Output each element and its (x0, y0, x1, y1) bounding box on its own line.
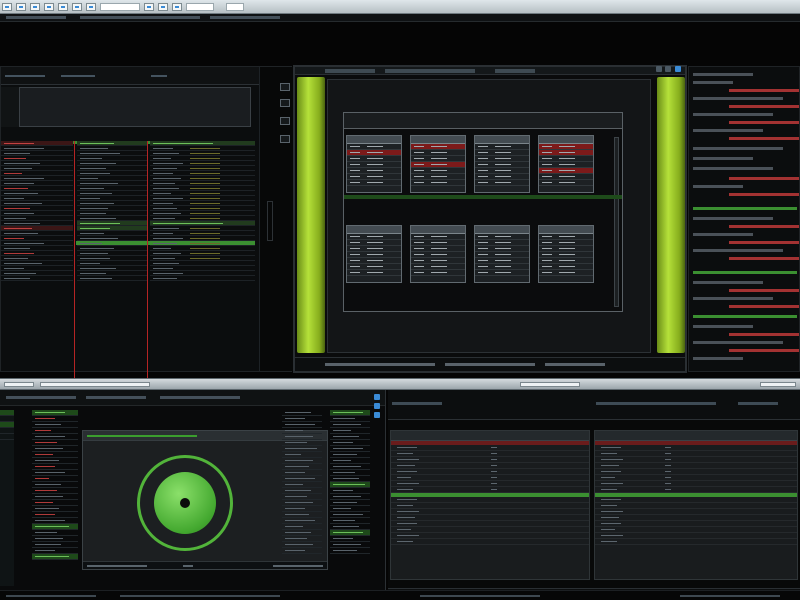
table-row[interactable] (595, 487, 797, 493)
workspace-status-bar (295, 357, 685, 371)
table-row[interactable] (391, 487, 589, 493)
left-rail[interactable] (297, 77, 325, 353)
divider-tab-3[interactable] (520, 382, 580, 387)
preview-scroll[interactable] (1, 87, 19, 127)
workspace-panel (293, 65, 687, 373)
divider-tab-4[interactable] (760, 382, 796, 387)
mini-table[interactable] (538, 135, 594, 193)
side-slider[interactable] (267, 201, 273, 241)
mini-table[interactable] (410, 135, 466, 193)
table-row[interactable] (1, 276, 73, 281)
table-row[interactable] (77, 276, 147, 281)
tool-icon-1[interactable] (280, 83, 290, 91)
grid-column-2 (77, 141, 147, 381)
viewer-list-middle (282, 410, 322, 586)
tab-1[interactable] (325, 69, 375, 73)
grid-icon[interactable] (172, 3, 182, 11)
mini-table[interactable] (346, 135, 402, 193)
menu-strip (0, 14, 800, 22)
layout-icon[interactable] (144, 3, 154, 11)
inspector-panel (688, 66, 800, 372)
mini-table[interactable] (346, 225, 402, 283)
maximize-icon[interactable] (665, 66, 672, 72)
viewer-list-left (32, 410, 78, 586)
close-icon[interactable] (675, 66, 681, 72)
panel-icon[interactable] (158, 3, 168, 11)
help-icon[interactable] (86, 3, 96, 11)
tool-icon-4[interactable] (280, 135, 290, 143)
tool-icon[interactable] (374, 403, 380, 409)
tools-icon[interactable] (58, 3, 68, 11)
search-icon[interactable] (226, 3, 244, 11)
tab-2[interactable] (385, 69, 475, 73)
edit-icon[interactable] (30, 3, 40, 11)
bottom-status-bar (0, 590, 800, 600)
divider-tab-1[interactable] (4, 382, 34, 387)
table-left[interactable] (390, 430, 590, 580)
divider-tab-2[interactable] (40, 382, 150, 387)
viewer-tools (374, 394, 382, 424)
grid-scrollbar[interactable] (614, 137, 619, 307)
table-header (391, 431, 589, 441)
table-header (595, 431, 797, 441)
tool-icon-3[interactable] (280, 117, 290, 125)
grid-column-1 (1, 141, 73, 381)
workspace-canvas (327, 79, 651, 353)
tool-icon-2[interactable] (280, 99, 290, 107)
data-grid-panel (0, 66, 295, 381)
mini-table[interactable] (474, 225, 530, 283)
radar-viewer-panel (0, 390, 386, 600)
toolbar-field-2[interactable] (186, 3, 214, 11)
grid-column-3 (150, 141, 255, 381)
tool-icon[interactable] (374, 394, 380, 400)
window-icon[interactable] (72, 3, 82, 11)
viewer-gutter (0, 410, 14, 586)
table-grid-window (343, 112, 623, 312)
top-toolbar (0, 0, 800, 14)
grid-separator (344, 195, 622, 199)
radar-target-fill (154, 472, 216, 534)
radar-target-ring[interactable] (137, 455, 233, 551)
table-right[interactable] (594, 430, 798, 580)
preview-area (19, 87, 251, 127)
table-row[interactable] (595, 539, 797, 545)
target-center-dot[interactable] (180, 498, 190, 508)
table-viewer-header (388, 390, 800, 420)
list-item[interactable] (32, 554, 78, 560)
workspace-tabs (295, 66, 685, 75)
tool-icon[interactable] (374, 412, 380, 418)
right-rail[interactable] (657, 77, 685, 353)
table-row[interactable] (150, 276, 255, 281)
window-controls (654, 66, 681, 74)
table-viewer-panel (388, 390, 800, 600)
data-grid (1, 141, 255, 381)
minimize-icon[interactable] (655, 66, 662, 72)
app-icon[interactable] (2, 3, 12, 11)
mini-table[interactable] (538, 225, 594, 283)
viewer-list-right (330, 410, 370, 586)
table-row[interactable] (391, 539, 589, 545)
toolbar-field[interactable] (100, 3, 140, 11)
list-item[interactable] (330, 548, 370, 554)
view-icon[interactable] (44, 3, 54, 11)
tab-3[interactable] (495, 69, 535, 73)
tool-sidebar (259, 67, 295, 371)
mini-table[interactable] (474, 135, 530, 193)
grid-header (344, 113, 622, 129)
file-icon[interactable] (16, 3, 26, 11)
panel-divider[interactable] (0, 378, 800, 390)
list-item[interactable] (282, 548, 322, 554)
panel-header (1, 67, 291, 85)
mini-table[interactable] (410, 225, 466, 283)
viewer-toolbar (0, 390, 385, 406)
